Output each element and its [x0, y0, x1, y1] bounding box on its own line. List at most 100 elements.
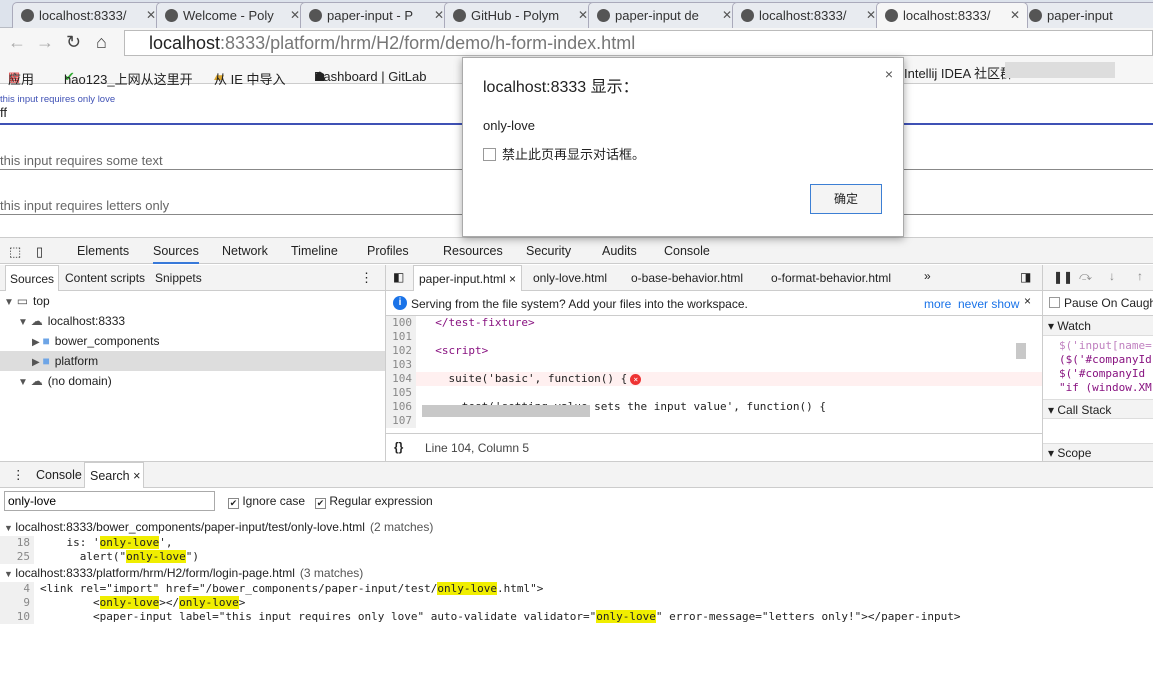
- ignore-case-checkbox[interactable]: ✔ Ignore case: [228, 494, 305, 509]
- search-input[interactable]: [4, 491, 215, 511]
- suppress-dialogs-checkbox[interactable]: 禁止此页再显示对话框。: [483, 144, 645, 163]
- watch-expression[interactable]: $('input[name=: [1059, 339, 1153, 353]
- scope-header[interactable]: ▾ Scope: [1043, 443, 1153, 461]
- tab-label: o-base-behavior.html: [631, 271, 744, 285]
- drawer-tab-console[interactable]: Console: [36, 468, 82, 482]
- line-number[interactable]: 106: [386, 400, 416, 414]
- dialog-close-icon[interactable]: ×: [885, 66, 893, 82]
- search-result-line[interactable]: 18 is: 'only-love',: [0, 536, 1153, 550]
- browser-tab[interactable]: localhost:8333/ ✕: [876, 2, 1028, 28]
- navigator-tab[interactable]: Sources: [5, 265, 60, 291]
- watch-expression[interactable]: "if (window.XM: [1059, 381, 1153, 395]
- watch-expression[interactable]: $('#companyId (: [1059, 367, 1153, 381]
- call-stack-header[interactable]: ▾ Call Stack: [1043, 399, 1153, 419]
- step-out-icon[interactable]: ↑: [1137, 269, 1143, 283]
- home-icon[interactable]: ⌂: [96, 32, 107, 53]
- tree-label: localhost:8333: [47, 314, 126, 328]
- close-tab-icon[interactable]: ✕: [578, 8, 588, 22]
- close-tab-icon[interactable]: ✕: [290, 8, 300, 22]
- vertical-scrollbar[interactable]: [1016, 321, 1026, 413]
- match-count: (3 matches): [299, 566, 364, 580]
- line-number[interactable]: 101: [386, 330, 416, 344]
- search-result-line[interactable]: 10 <paper-input label="this input requir…: [0, 610, 1153, 624]
- devtools-tab-console[interactable]: Console: [664, 244, 710, 258]
- devtools-tab-network[interactable]: Network: [222, 244, 268, 258]
- search-result-file[interactable]: ▼ localhost:8333/platform/hrm/H2/form/lo…: [0, 564, 1153, 582]
- devtools-tab-sources[interactable]: Sources: [153, 244, 199, 264]
- close-tab-icon[interactable]: ✕: [722, 8, 732, 22]
- drawer-tab-search[interactable]: Search ×: [84, 462, 144, 488]
- devtools-tab-profiles[interactable]: Profiles: [367, 244, 409, 258]
- pause-icon[interactable]: ❚❚: [1053, 270, 1073, 284]
- forward-icon[interactable]: →: [36, 32, 54, 53]
- close-tab-icon[interactable]: ✕: [434, 8, 444, 22]
- code-text: suite('basic', function() {: [422, 372, 628, 385]
- tree-item[interactable]: ▼ ☁ localhost:8333: [0, 311, 385, 331]
- browser-tab[interactable]: paper-input - P ✕: [300, 2, 452, 28]
- line-number[interactable]: 107: [386, 414, 416, 428]
- tree-item[interactable]: ▶ ■ platform: [0, 351, 385, 371]
- inspect-icon[interactable]: ⬚: [9, 244, 21, 260]
- dialog-title: localhost:8333 显示：: [483, 79, 639, 96]
- drawer-menu-icon[interactable]: ⋮: [12, 467, 25, 482]
- horizontal-scrollbar[interactable]: [422, 405, 590, 417]
- close-tab-icon[interactable]: ✕: [1010, 8, 1020, 22]
- line-number[interactable]: 100: [386, 316, 416, 330]
- editor-tab[interactable]: paper-input.html ×: [413, 265, 523, 291]
- devtools-tab-timeline[interactable]: Timeline: [291, 244, 338, 258]
- editor-tab[interactable]: only-love.html: [528, 265, 612, 291]
- step-into-icon[interactable]: ↓: [1109, 269, 1115, 283]
- line-number[interactable]: 105: [386, 386, 416, 400]
- close-tab-icon[interactable]: ×: [506, 272, 516, 286]
- more-options-icon[interactable]: ⋮: [360, 270, 373, 286]
- ok-button[interactable]: 确定: [810, 184, 882, 214]
- devtools-tab-security[interactable]: Security: [526, 244, 571, 258]
- browser-tab[interactable]: localhost:8333/ ✕: [732, 2, 884, 28]
- match-highlight: only-love: [179, 596, 239, 609]
- watch-section-header[interactable]: ▾ Watch: [1043, 316, 1153, 336]
- navigator-tab[interactable]: Snippets: [151, 265, 206, 291]
- search-result-line[interactable]: 4 <link rel="import" href="/bower_compone…: [0, 582, 1153, 596]
- line-number[interactable]: 102: [386, 344, 416, 358]
- bookmark-intellij[interactable]: Intellij IDEA 社区群: [904, 63, 1013, 82]
- watch-expression[interactable]: ($('#companyId: [1059, 353, 1153, 367]
- toggle-debugger-icon[interactable]: ◨: [1020, 270, 1031, 284]
- browser-tab[interactable]: paper-input: [1020, 2, 1153, 28]
- folder-icon: ■: [42, 334, 50, 348]
- editor-tab[interactable]: o-base-behavior.html: [626, 265, 748, 291]
- close-infobar-icon[interactable]: ×: [1024, 294, 1031, 308]
- browser-tab[interactable]: GitHub - Polym ✕: [444, 2, 596, 28]
- close-tab-icon[interactable]: ✕: [866, 8, 876, 22]
- devtools-tab-elements[interactable]: Elements: [77, 244, 129, 258]
- navigator-tab[interactable]: Content scripts: [61, 265, 149, 291]
- devtools-tab-resources[interactable]: Resources: [443, 244, 503, 258]
- line-number[interactable]: 103: [386, 358, 416, 372]
- never-show-link[interactable]: never show: [958, 297, 1019, 311]
- editor-tab[interactable]: o-format-behavior.html: [766, 265, 896, 291]
- pretty-print-icon[interactable]: {}: [394, 440, 403, 454]
- pause-on-caught-checkbox[interactable]: Pause On Caught: [1043, 291, 1153, 316]
- devtools-tab-audits[interactable]: Audits: [602, 244, 637, 258]
- error-icon[interactable]: ×: [630, 374, 642, 385]
- tree-item[interactable]: ▼ ☁ (no domain): [0, 371, 385, 391]
- search-result-file[interactable]: ▼ localhost:8333/bower_components/paper-…: [0, 518, 1153, 536]
- url-bar[interactable]: localhost:8333/platform/hrm/H2/form/demo…: [124, 30, 1153, 56]
- browser-tab[interactable]: Welcome - Poly ✕: [156, 2, 308, 28]
- back-icon[interactable]: ←: [8, 32, 26, 53]
- more-tabs-icon[interactable]: »: [924, 269, 931, 283]
- reload-icon[interactable]: ↻: [66, 32, 81, 53]
- tree-item[interactable]: ▶ ■ bower_components: [0, 331, 385, 351]
- toggle-navigator-icon[interactable]: ◧: [393, 270, 404, 284]
- search-result-line[interactable]: 9 <only-love></only-love>: [0, 596, 1153, 610]
- step-over-icon[interactable]: ⤼: [1079, 269, 1092, 284]
- checkbox-label: Pause On Caught: [1064, 296, 1153, 310]
- regex-checkbox[interactable]: ✔ Regular expression: [315, 494, 433, 509]
- tree-item[interactable]: ▼ ▭ top: [0, 291, 385, 311]
- line-number[interactable]: 104: [386, 372, 416, 386]
- more-link[interactable]: more: [924, 297, 951, 311]
- device-mode-icon[interactable]: ▯: [36, 244, 43, 260]
- browser-tab[interactable]: paper-input de ✕: [588, 2, 740, 28]
- browser-tab[interactable]: localhost:8333/ ✕: [12, 2, 164, 28]
- search-result-line[interactable]: 25 alert("only-love"): [0, 550, 1153, 564]
- close-tab-icon[interactable]: ✕: [146, 8, 156, 22]
